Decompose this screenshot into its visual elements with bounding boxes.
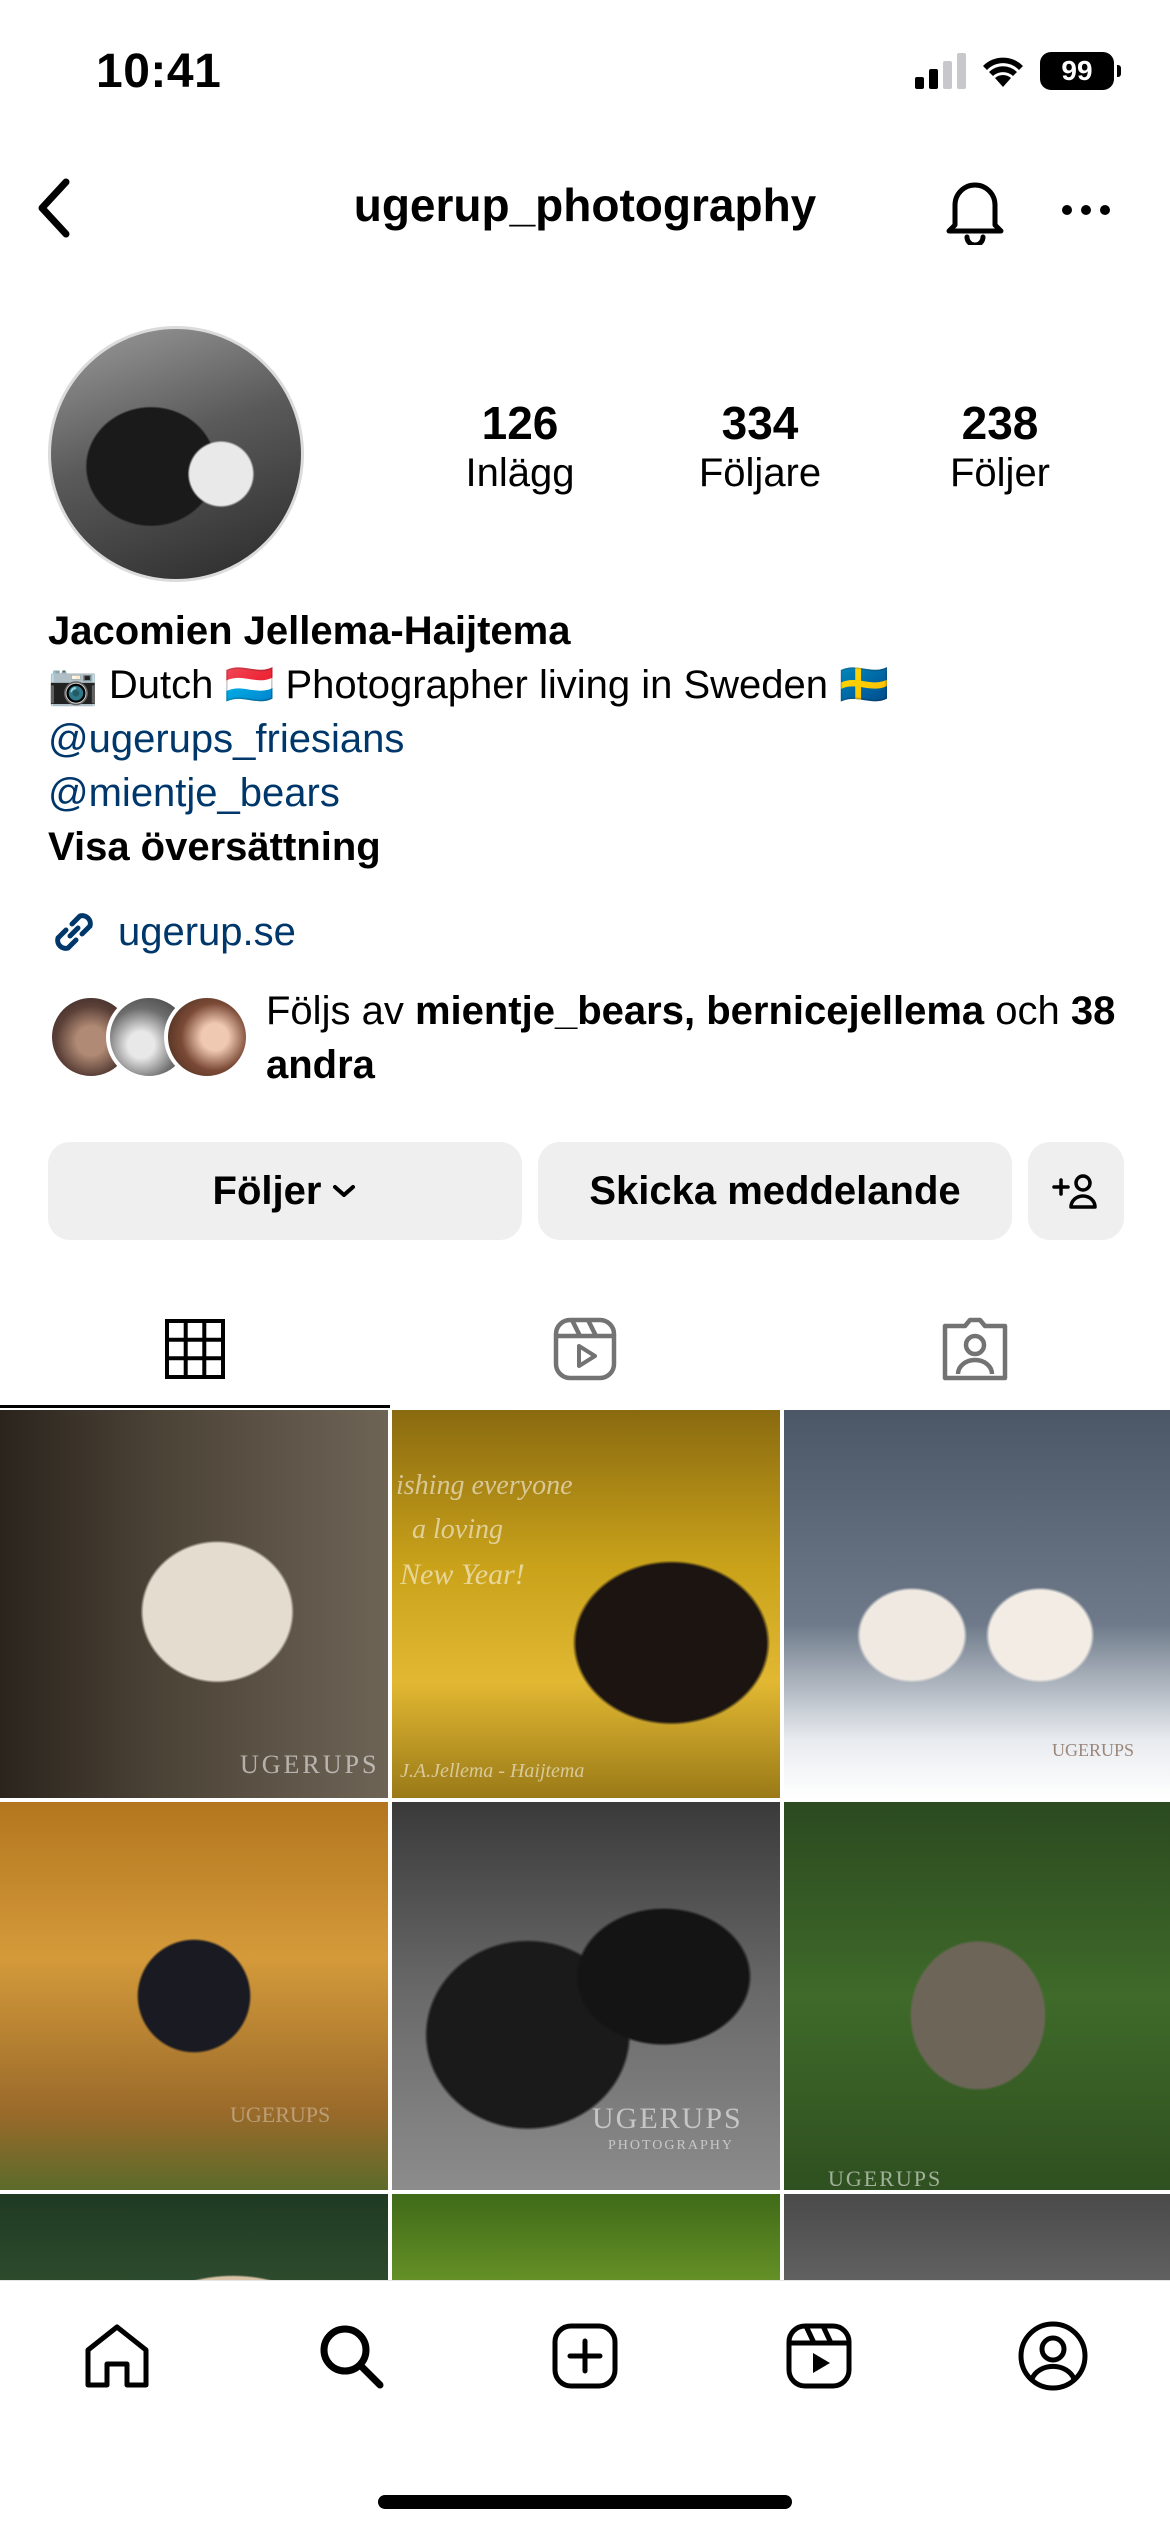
posts-stat[interactable]: 126 Inlägg (400, 398, 640, 497)
profile-icon (1018, 2321, 1088, 2391)
posts-grid: UGERUPS ishing everyone a loving New Yea… (0, 1410, 1170, 2374)
nav-profile[interactable] (936, 2301, 1170, 2411)
photo-watermark: UGERUPS (828, 2166, 943, 2190)
profile-bio: Jacomien Jellema-Haijtema 📷 Dutch 🇱🇺 Pho… (48, 604, 1128, 874)
posts-count: 126 (481, 397, 559, 449)
notifications-button[interactable] (935, 170, 1015, 250)
status-icons: 99 (915, 52, 1121, 90)
photo-watermark: UGERUPS (230, 2102, 331, 2127)
post-thumbnail[interactable]: UGERUPS (784, 1410, 1170, 1798)
search-icon (320, 2325, 384, 2389)
link-icon (55, 913, 93, 951)
photo-caption-line: a loving (412, 1514, 503, 1545)
bottom-navigation (0, 2280, 1170, 2532)
send-message-button[interactable]: Skicka meddelande (538, 1142, 1012, 1240)
tab-reels[interactable] (390, 1290, 780, 1408)
followed-by-prefix: Följs av (266, 989, 415, 1033)
profile-avatar[interactable] (48, 326, 304, 582)
followers-count: 334 (721, 397, 799, 449)
photo-caption-line: New Year! (400, 1558, 525, 1591)
status-bar: 10:41 99 (0, 0, 1170, 150)
bio-mention-ugerups-friesians[interactable]: @ugerups_friesians (48, 712, 1128, 766)
tagged-icon (942, 1317, 1008, 1381)
followed-by[interactable]: Följs av mientje_bears, bernicejellema o… (48, 984, 1128, 1094)
home-indicator (378, 2495, 792, 2509)
avatar (164, 994, 250, 1080)
mutual-follower-separator: , (683, 989, 707, 1033)
website-label: ugerup.se (118, 909, 296, 954)
more-horizontal-icon (1062, 205, 1110, 215)
chevron-down-icon (333, 1185, 356, 1197)
grid-icon (165, 1319, 225, 1379)
post-thumbnail[interactable]: UGERUPS (784, 1802, 1170, 2190)
more-options-button[interactable] (1046, 180, 1126, 240)
bell-icon (946, 182, 1004, 245)
profile-tabs (0, 1290, 1170, 1408)
website-link[interactable]: ugerup.se (48, 906, 296, 958)
mutual-follower-2: bernicejellema (706, 989, 985, 1033)
bio-text: 📷 Dutch 🇱🇺 Photographer living in Sweden… (48, 663, 889, 707)
mutual-follower-avatars (48, 994, 250, 1082)
nav-home[interactable] (0, 2301, 234, 2411)
tab-tagged[interactable] (780, 1290, 1170, 1408)
battery-icon: 99 (1040, 52, 1121, 90)
mutual-follower-1: mientje_bears (414, 989, 684, 1033)
post-thumbnail[interactable]: UGERUPS PHOTOGRAPHY (392, 1802, 780, 2190)
cellular-signal-icon (915, 53, 966, 89)
photo-watermark: UGERUPS (1052, 1740, 1135, 1760)
tab-posts-grid[interactable] (0, 1290, 390, 1408)
following-button-label: Följer (212, 1168, 322, 1213)
following-button[interactable]: Följer (48, 1142, 522, 1240)
photo-signature: J.A.Jellema - Haijtema (400, 1760, 585, 1782)
profile-full-name: Jacomien Jellema-Haijtema (48, 609, 571, 653)
see-translation-link[interactable]: Visa översättning (48, 820, 1128, 874)
photo-watermark-sub: PHOTOGRAPHY (608, 2138, 734, 2153)
followed-by-and: och (984, 989, 1071, 1033)
bio-mention-mientje-bears[interactable]: @mientje_bears (48, 766, 1128, 820)
following-label: Följer (949, 450, 1051, 495)
photo-watermark: UGERUPS (592, 2102, 743, 2135)
suggested-accounts-button[interactable] (1028, 1142, 1124, 1240)
followers-label: Följare (698, 450, 822, 495)
profile-header: ugerup_photography (0, 150, 1170, 266)
following-count: 238 (961, 397, 1039, 449)
followers-stat[interactable]: 334 Följare (640, 398, 880, 497)
following-stat[interactable]: 238 Följer (880, 398, 1120, 497)
create-icon (552, 2323, 618, 2389)
nav-search[interactable] (234, 2301, 468, 2411)
status-time: 10:41 (96, 45, 222, 98)
wifi-icon (983, 57, 1023, 87)
nav-create[interactable] (468, 2301, 702, 2411)
followed-by-text: Följs av mientje_bears, bernicejellema o… (266, 984, 1126, 1092)
photo-watermark: UGERUPS (240, 1750, 380, 1779)
add-person-icon (1052, 1174, 1097, 1209)
posts-label: Inlägg (465, 450, 575, 495)
post-thumbnail[interactable]: UGERUPS (0, 1410, 388, 1798)
profile-actions: Följer Skicka meddelande (48, 1142, 1124, 1240)
profile-stats: 126 Inlägg 334 Följare 238 Följer (400, 398, 1120, 497)
nav-reels[interactable] (702, 2301, 936, 2411)
post-thumbnail[interactable]: ishing everyone a loving New Year! J.A.J… (392, 1410, 780, 1798)
reels-icon (553, 1317, 617, 1381)
reels-icon (786, 2323, 852, 2389)
home-icon (85, 2324, 149, 2388)
bottom-nav-items (0, 2301, 1170, 2411)
post-thumbnail[interactable]: UGERUPS (0, 1802, 388, 2190)
photo-caption-line: ishing everyone (396, 1470, 573, 1501)
